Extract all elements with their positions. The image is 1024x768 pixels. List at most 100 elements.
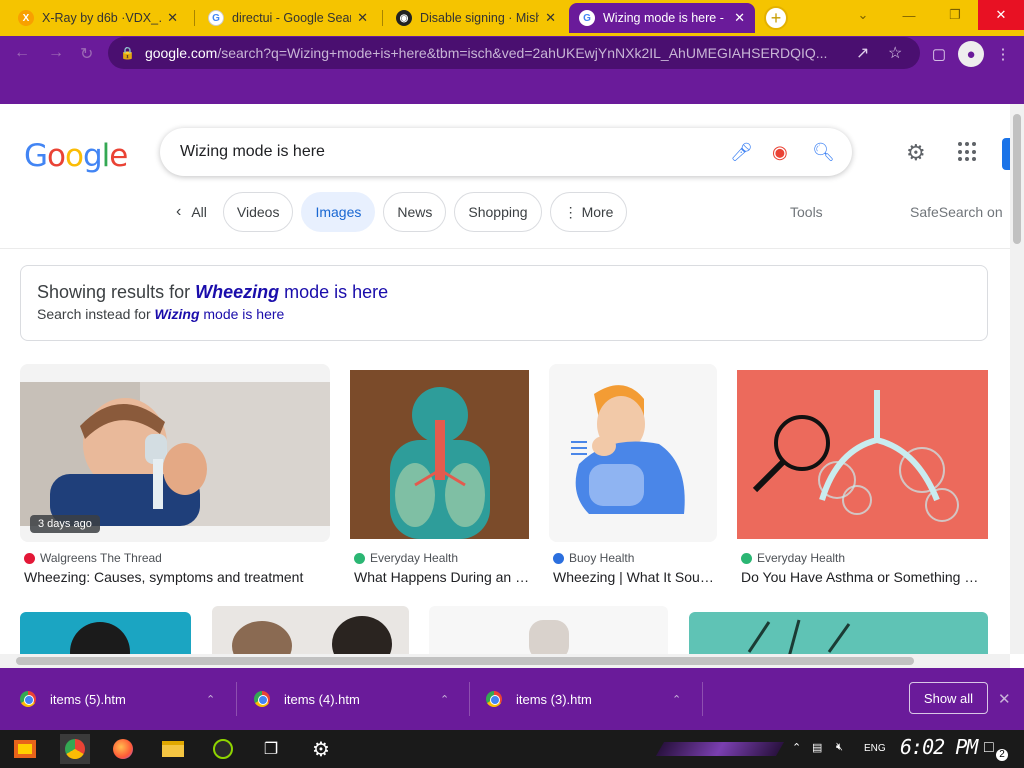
download-item[interactable]: items (4).htm ⌃	[254, 688, 454, 710]
result-title[interactable]: What Happens During an …	[354, 569, 530, 585]
result-image-lungs-magnifier[interactable]	[737, 370, 988, 539]
taskbar-app-windows[interactable]: ❐	[256, 734, 286, 764]
tab-title: directui - Google Sear…	[232, 11, 351, 25]
tab-wizing-mode[interactable]: G Wizing mode is here - … ✕	[569, 3, 755, 33]
settings-gear-icon[interactable]: ⚙	[906, 140, 926, 166]
gamepad-icon	[213, 739, 233, 759]
result-title[interactable]: Wheezing | What It Sou…	[553, 569, 717, 585]
close-icon[interactable]: ✕	[545, 10, 556, 26]
chip-label: All	[191, 204, 207, 220]
spelling-correction-box: Showing results for Wheezing mode is her…	[20, 265, 988, 341]
taskbar-app-game[interactable]	[208, 734, 238, 764]
google-icon: G	[208, 10, 224, 26]
result-image-row2-3[interactable]	[429, 606, 668, 654]
window-close-button[interactable]: ✕	[978, 0, 1024, 30]
taskbar-settings[interactable]: ⚙	[306, 734, 336, 764]
respiratory-illustration	[350, 370, 529, 539]
github-icon: ◉	[396, 10, 412, 26]
url-host: google.com	[144, 45, 218, 61]
chip-all[interactable]: ‹ All	[172, 192, 215, 232]
search-icon[interactable]: 🔍︎	[812, 142, 835, 163]
chevron-up-icon[interactable]: ⌃	[440, 693, 449, 706]
source-name: Buoy Health	[569, 551, 635, 565]
reload-icon[interactable]: ↻	[80, 44, 93, 64]
tab-directui[interactable]: G directui - Google Sear… ✕	[198, 3, 378, 33]
result-source[interactable]: Buoy Health	[553, 551, 634, 565]
download-item[interactable]: items (5).htm ⌃	[20, 688, 220, 710]
volume-muted-icon[interactable]: 🔇︎	[836, 741, 843, 754]
restore-button[interactable]: ❐	[932, 0, 978, 30]
chip-shopping[interactable]: Shopping	[454, 192, 542, 232]
tab-separator	[382, 10, 383, 26]
google-icon: G	[579, 10, 595, 26]
close-icon[interactable]: ✕	[734, 10, 745, 26]
address-url: google.com/search?q=Wizing+mode+is+here&…	[145, 45, 835, 61]
taskbar-file-explorer[interactable]	[158, 734, 188, 764]
taskbar-clock[interactable]: 6:02 PM	[900, 735, 978, 759]
language-indicator[interactable]: ENG	[864, 743, 886, 754]
corrected-query-link[interactable]: Wheezing mode is here	[195, 282, 388, 302]
sign-in-button[interactable]	[1002, 138, 1010, 170]
horizontal-scrollbar[interactable]	[0, 654, 1010, 668]
download-filename: items (3).htm	[516, 691, 592, 707]
result-image-respiratory-illustration[interactable]	[350, 370, 529, 539]
folder-icon	[162, 741, 184, 757]
result-title[interactable]: Do You Have Asthma or Something …	[741, 569, 985, 585]
taskbar-firefox[interactable]	[108, 734, 138, 764]
start-button[interactable]	[10, 734, 40, 764]
tray-chevron-up-icon[interactable]: ⌃	[792, 741, 801, 754]
profile-avatar-icon[interactable]: ●	[958, 41, 984, 67]
download-item[interactable]: items (3).htm ⌃	[486, 688, 686, 710]
show-all-button[interactable]: Show all	[909, 682, 988, 714]
result-image-row2-1[interactable]	[20, 612, 191, 654]
result-image-row2-4[interactable]	[689, 612, 988, 654]
tab-disable-signing[interactable]: ◉ Disable signing · Mish… ✕	[386, 3, 566, 33]
lens-camera-icon[interactable]: ◉	[772, 142, 788, 163]
chrome-icon	[486, 691, 502, 707]
close-icon[interactable]: ✕	[998, 690, 1011, 708]
microphone-icon[interactable]: 🎤︎	[730, 142, 753, 163]
chip-images[interactable]: Images	[301, 192, 376, 232]
logo-letter: g	[82, 138, 103, 174]
menu-kebab-icon[interactable]: ⋮	[990, 41, 1016, 67]
result-image-coughing-cartoon[interactable]	[549, 364, 717, 542]
network-icon[interactable]: ▤	[812, 741, 822, 754]
bookmark-star-icon[interactable]: ☆	[888, 43, 902, 63]
chip-videos[interactable]: Videos	[222, 192, 294, 232]
tab-search-chevron-icon[interactable]: ⌄	[840, 0, 886, 30]
logo-letter: G	[24, 138, 48, 174]
result-source[interactable]: Everyday Health	[741, 551, 845, 565]
new-tab-plus-icon[interactable]: +	[764, 6, 788, 30]
minimize-button[interactable]: —	[886, 0, 932, 30]
safesearch-button[interactable]: SafeSearch on	[910, 204, 1003, 220]
tab-xray[interactable]: X X-Ray by d6b ·VDX_… ✕	[8, 3, 188, 33]
scrollbar-thumb[interactable]	[16, 657, 914, 665]
close-icon[interactable]: ✕	[357, 10, 368, 26]
result-source[interactable]: Everyday Health	[354, 551, 458, 565]
forward-arrow-icon[interactable]: →	[48, 44, 64, 62]
settings-gear-icon: ⚙	[312, 738, 330, 761]
apps-grid-icon[interactable]	[958, 142, 978, 162]
chevron-up-icon[interactable]: ⌃	[206, 693, 215, 706]
taskbar-chrome[interactable]	[60, 734, 90, 764]
chrome-icon	[20, 691, 36, 707]
scrollbar-thumb[interactable]	[1013, 114, 1021, 244]
notifications-icon[interactable]: □	[984, 739, 994, 757]
chevron-up-icon[interactable]: ⌃	[672, 693, 681, 706]
back-arrow-icon[interactable]: ←	[14, 44, 30, 62]
result-title[interactable]: Wheezing: Causes, symptoms and treatment	[24, 569, 330, 585]
close-icon[interactable]: ✕	[167, 10, 178, 26]
chip-more[interactable]: ⋮ More	[549, 192, 628, 232]
search-input[interactable]: Wizing mode is here 🎤︎ ◉ 🔍︎	[160, 128, 852, 176]
vertical-scrollbar[interactable]	[1010, 104, 1024, 654]
result-source[interactable]: Walgreens The Thread	[24, 551, 162, 565]
share-icon[interactable]: ↗	[856, 43, 869, 63]
everyday-health-icon	[741, 552, 752, 564]
google-logo[interactable]: Google	[24, 138, 128, 174]
address-bar[interactable]: 🔒 google.com/search?q=Wizing+mode+is+her…	[108, 37, 920, 69]
chip-news[interactable]: News	[383, 192, 447, 232]
result-image-row2-2[interactable]	[212, 606, 409, 654]
side-panel-icon[interactable]: ▢	[926, 41, 952, 67]
original-query-link[interactable]: Wizing mode is here	[155, 306, 285, 322]
tools-button[interactable]: Tools	[790, 204, 823, 220]
